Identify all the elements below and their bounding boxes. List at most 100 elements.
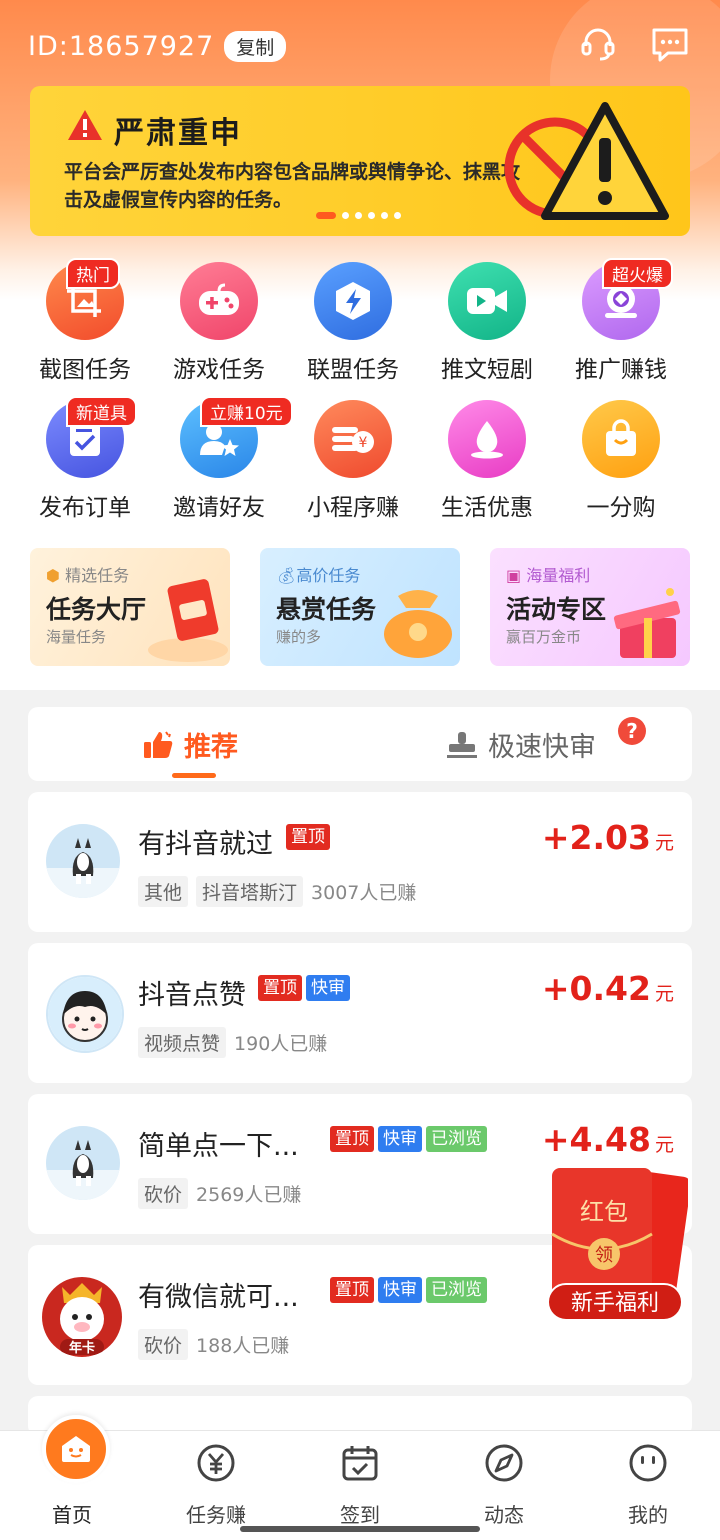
pagination-dot[interactable] bbox=[316, 212, 336, 219]
task-reward: +0.42 元 bbox=[542, 969, 674, 1008]
banner-title: 严肃重申 bbox=[114, 116, 242, 151]
promo-small-label: ▣ 海量福利 bbox=[506, 562, 590, 586]
promo-activity-zone[interactable]: ▣ 海量福利 活动专区 赢百万金币 bbox=[490, 548, 690, 666]
reward-unit: 元 bbox=[654, 983, 674, 1005]
grid-item-screenshot-task[interactable]: 热门 截图任务 bbox=[18, 258, 152, 384]
grid-item-alliance-task[interactable]: 联盟任务 bbox=[286, 262, 420, 384]
grid-label: 联盟任务 bbox=[307, 357, 399, 383]
yuan-icon bbox=[197, 1444, 235, 1482]
nav-label: 首页 bbox=[52, 1503, 92, 1527]
home-icon bbox=[42, 1415, 110, 1483]
lightning-icon bbox=[314, 262, 392, 340]
copy-id-button[interactable]: 复制 bbox=[224, 30, 287, 62]
avatar bbox=[46, 975, 124, 1053]
nav-me[interactable]: 我的 bbox=[576, 1431, 720, 1540]
promo-title: 活动专区 bbox=[506, 595, 607, 624]
home-indicator[interactable] bbox=[240, 1526, 480, 1532]
pagination-dot[interactable] bbox=[394, 212, 401, 219]
hexagon-icon: ⬢ bbox=[46, 566, 60, 585]
task-category-chip: 视频点赞 bbox=[138, 1027, 227, 1058]
reward-unit: 元 bbox=[654, 832, 674, 854]
fast-review-badge: 快审 bbox=[378, 1126, 422, 1152]
pagination-dot[interactable] bbox=[355, 212, 362, 219]
thumbs-up-icon bbox=[144, 730, 173, 758]
super-hot-tag: 超火爆 bbox=[602, 258, 673, 289]
nav-task-earn[interactable]: 任务赚 bbox=[144, 1431, 288, 1540]
grid-item-promote-earn[interactable]: 超火爆 推广赚钱 bbox=[554, 258, 688, 384]
help-icon[interactable]: ? bbox=[618, 717, 646, 745]
task-card[interactable]: 有抖音就过 置顶 其他 抖音塔斯汀 3007人已赚 +2.03 元 bbox=[28, 792, 692, 932]
promo-small-text: 高价任务 bbox=[296, 566, 361, 585]
headset-icon[interactable] bbox=[578, 24, 618, 64]
grid-item-life-deals[interactable]: 生活优惠 bbox=[420, 400, 554, 522]
task-reward: +2.03 元 bbox=[542, 818, 674, 857]
pinned-badge: 置顶 bbox=[330, 1126, 374, 1152]
grid-label: 一分购 bbox=[586, 495, 656, 521]
grid-label: 截图任务 bbox=[39, 357, 131, 383]
task-meta: 砍价 188人已赚 bbox=[138, 1329, 289, 1360]
grid-item-one-cent-buy[interactable]: 一分购 bbox=[554, 400, 688, 522]
new-item-tag: 新道具 bbox=[66, 396, 137, 427]
tab-fast-review-label: 极速快审 bbox=[488, 732, 596, 763]
promo-title: 任务大厅 bbox=[46, 595, 147, 624]
money-pouch-icon bbox=[384, 590, 452, 658]
task-meta: 视频点赞 190人已赚 bbox=[138, 1027, 327, 1058]
promo-subtitle: 赢百万金币 bbox=[506, 628, 582, 646]
stamp-icon bbox=[447, 731, 477, 758]
promo-small-text: 海量福利 bbox=[526, 566, 591, 585]
coin-stack-icon: ¥ bbox=[314, 400, 392, 478]
pagination-dot[interactable] bbox=[381, 212, 388, 219]
grid-item-invite-friends[interactable]: 立赚10元 邀请好友 bbox=[152, 396, 293, 522]
task-badges: 置顶 bbox=[286, 824, 330, 850]
message-icon[interactable] bbox=[650, 24, 690, 64]
user-id: ID:18657927 bbox=[28, 30, 215, 62]
promo-subtitle: 海量任务 bbox=[46, 628, 107, 646]
grid-label: 邀请好友 bbox=[173, 495, 265, 521]
grid-label: 游戏任务 bbox=[173, 357, 265, 383]
shopping-bag-icon bbox=[582, 400, 660, 478]
grid-item-short-drama[interactable]: 推文短剧 bbox=[420, 262, 554, 384]
grid-item-publish-order[interactable]: 新道具 发布订单 bbox=[18, 396, 152, 522]
announcement-banner[interactable]: 严肃重申 平台会严厉查处发布内容包含品牌或舆情争论、抹黑攻击及虚假宣传内容的任务… bbox=[30, 86, 690, 236]
tab-recommend-label: 推荐 bbox=[184, 732, 238, 763]
grid-item-game-task[interactable]: 游戏任务 bbox=[152, 262, 286, 384]
task-meta: 其他 抖音塔斯汀 3007人已赚 bbox=[138, 876, 416, 907]
red-envelope-icon bbox=[148, 579, 228, 662]
grid-label: 推文短剧 bbox=[441, 357, 533, 383]
redpacket-title: 红包 bbox=[580, 1198, 628, 1226]
pinned-badge: 置顶 bbox=[258, 975, 302, 1001]
reward-amount: +2.03 bbox=[541, 818, 651, 857]
nav-check-in[interactable]: 签到 bbox=[288, 1431, 432, 1540]
pagination-dot[interactable] bbox=[342, 212, 349, 219]
tab-fast-review[interactable]: 极速快审 bbox=[446, 725, 596, 764]
banner-pagination[interactable] bbox=[316, 212, 401, 219]
fast-review-badge: 快审 bbox=[306, 975, 350, 1001]
grid-item-mini-program-earn[interactable]: ¥ 小程序赚 bbox=[286, 400, 420, 522]
redpacket-ribbon: 新手福利 bbox=[571, 1291, 659, 1316]
new-user-redpacket[interactable]: 领 红包 新手福利 bbox=[547, 1164, 691, 1328]
grid-label: 小程序赚 bbox=[307, 495, 399, 521]
viewed-badge: 已浏览 bbox=[426, 1277, 487, 1303]
nav-home[interactable]: 首页 bbox=[0, 1415, 144, 1540]
task-tabs: 推荐 极速快审 ? bbox=[28, 707, 692, 781]
compass-icon bbox=[485, 1444, 523, 1482]
grid-label: 发布订单 bbox=[39, 495, 131, 521]
nav-feed[interactable]: 动态 bbox=[432, 1431, 576, 1540]
year-card-label: 年卡 bbox=[69, 1340, 95, 1356]
reward-unit: 元 bbox=[654, 1134, 674, 1156]
redpacket-seal: 领 bbox=[595, 1245, 613, 1266]
task-badges: 置顶 快审 已浏览 bbox=[330, 1126, 487, 1152]
nav-label: 动态 bbox=[484, 1503, 524, 1527]
task-reward: +4.48 元 bbox=[542, 1120, 674, 1159]
promo-title: 悬赏任务 bbox=[276, 595, 377, 624]
task-card[interactable]: 抖音点赞 置顶 快审 视频点赞 190人已赚 +0.42 元 bbox=[28, 943, 692, 1083]
earned-count: 3007人已赚 bbox=[311, 882, 417, 904]
promo-reward-task[interactable]: 💰︎高价任务 悬赏任务 赚的多 bbox=[260, 548, 460, 666]
task-category-chip: 砍价 bbox=[138, 1178, 189, 1209]
tab-recommend[interactable]: 推荐 bbox=[142, 725, 238, 764]
promo-task-hall[interactable]: ⬢ 精选任务 任务大厅 海量任务 bbox=[30, 548, 230, 666]
gift-icon: ▣ bbox=[506, 566, 522, 585]
pagination-dot[interactable] bbox=[368, 212, 375, 219]
earned-count: 190人已赚 bbox=[234, 1033, 328, 1055]
header: ID:18657927 复制 bbox=[28, 26, 287, 66]
